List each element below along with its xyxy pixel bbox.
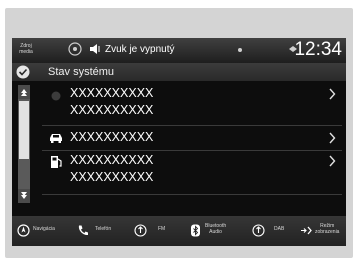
nav-bluetooth-label-line2: Audio [209, 229, 222, 235]
list-item[interactable]: XXXXXXXXXX XXXXXXXXXX [42, 85, 342, 123]
nav-bluetooth-audio-button[interactable]: Bluetooth Audio [188, 216, 246, 246]
bottom-nav-bar: Navigácia Telefón FM Bluetooth Audio DAB… [12, 216, 346, 246]
nav-phone-label: Telefón [95, 226, 112, 232]
nav-display-label-line2: zobrazenia [315, 229, 340, 235]
scroll-down-arrow-icon [21, 192, 27, 199]
list-item-label-line1: XXXXXXXXXX [70, 86, 154, 100]
list-divider [42, 194, 342, 195]
scroll-thumb[interactable] [19, 101, 29, 159]
nav-bluetooth-audio-label: Bluetooth Audio [205, 223, 226, 235]
media-source-button[interactable]: Zdroj media [15, 43, 37, 55]
nav-dab-button[interactable]: DAB [250, 216, 296, 246]
clock: 12:34 [294, 39, 342, 60]
list-item-label-line2: XXXXXXXXXX [70, 170, 154, 184]
list-item-label-line1: XXXXXXXXXX [70, 153, 154, 167]
dab-radio-icon [252, 224, 265, 237]
nav-fm-label: FM [158, 226, 166, 232]
nav-navigation-button[interactable]: Navigácia [14, 216, 70, 246]
nav-display-mode-label: Režim zobrazenia [315, 223, 339, 235]
sound-status-text: Zvuk je vypnutý [105, 44, 175, 55]
status-bar: Zdroj media Zvuk je vypnutý 12:34 [12, 38, 346, 63]
chevron-right-icon [329, 132, 336, 144]
list-item[interactable]: XXXXXXXXXX [42, 127, 342, 149]
nav-phone-button[interactable]: Telefón [74, 216, 124, 246]
radio-icon [134, 224, 147, 237]
display-bezel: Zdroj media Zvuk je vypnutý 12:34 Stav s… [5, 8, 353, 258]
nav-display-mode-button[interactable]: Režim zobrazenia [300, 216, 346, 246]
media-source-label-line2: media [19, 49, 33, 55]
chevron-right-icon [329, 88, 336, 100]
nav-navigation-label: Navigácia [33, 226, 55, 232]
scroll-down-button[interactable] [18, 189, 30, 203]
car-icon [50, 134, 62, 143]
list-divider [42, 150, 342, 151]
list-divider [42, 125, 342, 126]
nav-fm-button[interactable]: FM [132, 216, 176, 246]
scroll-up-button[interactable] [18, 85, 30, 99]
chevron-right-icon [329, 155, 336, 167]
check-circle-icon [16, 65, 30, 79]
title-bar: Stav systému [12, 63, 346, 81]
fuel-pump-icon [51, 156, 62, 168]
page-title: Stav systému [48, 66, 115, 78]
list-item-label-line1: XXXXXXXXXX [70, 130, 154, 144]
speaker-muted-icon [90, 44, 100, 54]
info-dot-icon [51, 91, 61, 101]
bluetooth-icon [191, 224, 200, 237]
phone-icon [78, 225, 88, 236]
navigation-icon [17, 224, 30, 237]
list-item-label-line2: XXXXXXXXXX [70, 103, 154, 117]
display-mode-icon [301, 226, 312, 235]
nav-dab-label: DAB [274, 226, 285, 232]
infotainment-screen: Zdroj media Zvuk je vypnutý 12:34 Stav s… [12, 38, 346, 246]
scroll-up-arrow-icon [21, 89, 27, 96]
list-item[interactable]: XXXXXXXXXX XXXXXXXXXX [42, 152, 342, 190]
sound-source-icon [68, 42, 82, 56]
status-indicator-dot [238, 48, 242, 52]
list-scrollbar[interactable] [18, 85, 30, 203]
